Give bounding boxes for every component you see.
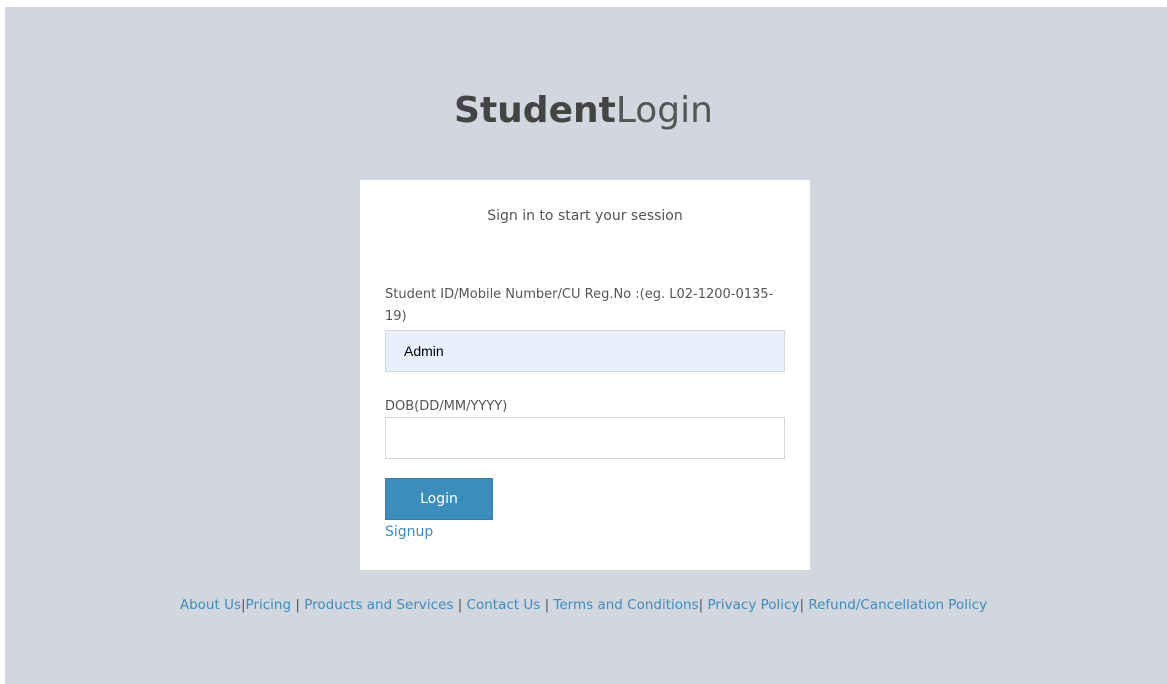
footer-links: About Us|Pricing | Products and Services… bbox=[0, 597, 1167, 613]
footer-separator: | bbox=[453, 597, 467, 613]
login-button[interactable]: Login bbox=[385, 478, 493, 520]
footer-link-terms-and-conditions[interactable]: Terms and Conditions bbox=[553, 597, 698, 613]
login-box: Sign in to start your session Student ID… bbox=[360, 180, 810, 570]
footer-link-pricing[interactable]: Pricing bbox=[246, 597, 292, 613]
footer-link-about-us[interactable]: About Us bbox=[180, 597, 241, 613]
student-id-input[interactable] bbox=[385, 330, 785, 372]
login-box-message: Sign in to start your session bbox=[487, 208, 683, 224]
student-id-label: Student ID/Mobile Number/CU Reg.No :(eg.… bbox=[385, 287, 774, 324]
footer-link-privacy-policy[interactable]: Privacy Policy bbox=[707, 597, 799, 613]
signup-link[interactable]: Signup bbox=[385, 524, 433, 540]
dob-label: DOB(DD/MM/YYYY) bbox=[385, 399, 508, 414]
brand-light-text: Login bbox=[615, 90, 713, 131]
brand-bold-text: Student bbox=[454, 90, 616, 131]
page-title: StudentLogin bbox=[0, 89, 1167, 133]
footer-link-products-and-services[interactable]: Products and Services bbox=[304, 597, 453, 613]
footer-link-contact-us[interactable]: Contact Us bbox=[467, 597, 541, 613]
footer-link-refund-cancellation-policy[interactable]: Refund/Cancellation Policy bbox=[808, 597, 987, 613]
dob-input[interactable] bbox=[385, 417, 785, 459]
footer-separator: | bbox=[291, 597, 305, 613]
footer-separator: | bbox=[540, 597, 554, 613]
footer-separator: | bbox=[799, 597, 809, 613]
